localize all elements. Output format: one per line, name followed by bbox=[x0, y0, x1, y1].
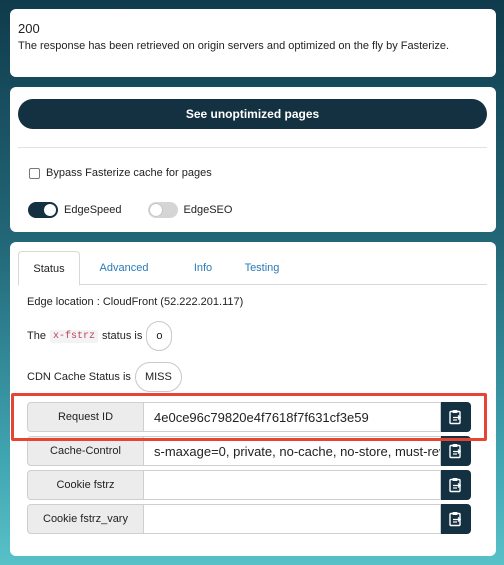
see-unoptimized-pages-button[interactable]: See unoptimized pages bbox=[18, 99, 487, 129]
toggle-knob bbox=[44, 204, 56, 216]
request-id-label: Request ID bbox=[27, 402, 144, 432]
tab-bar: Status Advanced Info Testing bbox=[18, 251, 487, 286]
feature-toggles: EdgeSpeed EdgeSEO bbox=[28, 202, 258, 218]
cookie-fstrz-row: Cookie fstrz bbox=[27, 470, 480, 500]
bypass-cache-checkbox[interactable] bbox=[29, 167, 40, 179]
xstatus-suffix: status is bbox=[101, 330, 143, 342]
tab-status[interactable]: Status bbox=[18, 251, 80, 286]
copy-cookie-fstrz-vary-button[interactable] bbox=[441, 504, 471, 534]
tab-advanced[interactable]: Advanced bbox=[90, 251, 158, 285]
cache-control-row: Cache-Control s-maxage=0, private, no-ca… bbox=[27, 436, 480, 466]
cdn-cache-status-badge: MISS bbox=[134, 362, 182, 392]
cache-control-value[interactable]: s-maxage=0, private, no-cache, no-store,… bbox=[144, 436, 441, 466]
tab-testing[interactable]: Testing bbox=[234, 251, 290, 285]
edgespeed-label: EdgeSpeed bbox=[64, 204, 122, 216]
cdn-cache-label: CDN Cache Status is bbox=[27, 371, 131, 383]
toggle-knob bbox=[149, 204, 162, 216]
x-fstrz-status-badge: o bbox=[146, 321, 173, 351]
edgespeed-toggle[interactable] bbox=[28, 202, 58, 218]
status-code: 200 bbox=[18, 21, 40, 36]
clipboard-copy-icon bbox=[449, 410, 462, 425]
details-card: Status Advanced Info Testing Edge locati… bbox=[10, 242, 496, 556]
cookie-fstrz-vary-label: Cookie fstrz_vary bbox=[27, 504, 144, 534]
clipboard-copy-icon bbox=[449, 512, 462, 527]
status-message: The response has been retrieved on origi… bbox=[18, 40, 450, 52]
controls-card: See unoptimized pages Bypass Fasterize c… bbox=[10, 87, 496, 232]
copy-request-id-button[interactable] bbox=[441, 402, 471, 432]
cookie-fstrz-vary-row: Cookie fstrz_vary bbox=[27, 504, 480, 534]
edgeseo-label: EdgeSEO bbox=[183, 204, 233, 216]
copy-cookie-fstrz-button[interactable] bbox=[441, 470, 471, 500]
copy-cache-control-button[interactable] bbox=[441, 436, 471, 466]
cookie-fstrz-vary-value[interactable] bbox=[144, 504, 441, 534]
bypass-cache-label: Bypass Fasterize cache for pages bbox=[46, 167, 212, 179]
cache-control-label: Cache-Control bbox=[27, 436, 144, 466]
clipboard-copy-icon bbox=[449, 478, 462, 493]
cdn-cache-status-row: CDN Cache Status is MISS bbox=[27, 362, 182, 392]
request-id-row: Request ID 4e0ce96c79820e4f7618f7f631cf3… bbox=[27, 402, 480, 432]
cookie-fstrz-label: Cookie fstrz bbox=[27, 470, 144, 500]
request-id-value[interactable]: 4e0ce96c79820e4f7618f7f631cf3e59 bbox=[144, 402, 441, 432]
response-status-card: 200 The response has been retrieved on o… bbox=[10, 9, 496, 77]
edge-location: Edge location : CloudFront (52.222.201.1… bbox=[27, 296, 244, 308]
x-fstrz-status-row: The x-fstrz status is o bbox=[27, 321, 173, 351]
cookie-fstrz-value[interactable] bbox=[144, 470, 441, 500]
edgeseo-toggle[interactable] bbox=[147, 202, 178, 218]
bypass-cache-option[interactable]: Bypass Fasterize cache for pages bbox=[29, 167, 212, 179]
xstatus-prefix: The bbox=[27, 330, 46, 342]
clipboard-copy-icon bbox=[449, 444, 462, 459]
tab-info[interactable]: Info bbox=[178, 251, 228, 285]
divider bbox=[18, 147, 487, 148]
x-fstrz-code: x-fstrz bbox=[49, 329, 98, 343]
